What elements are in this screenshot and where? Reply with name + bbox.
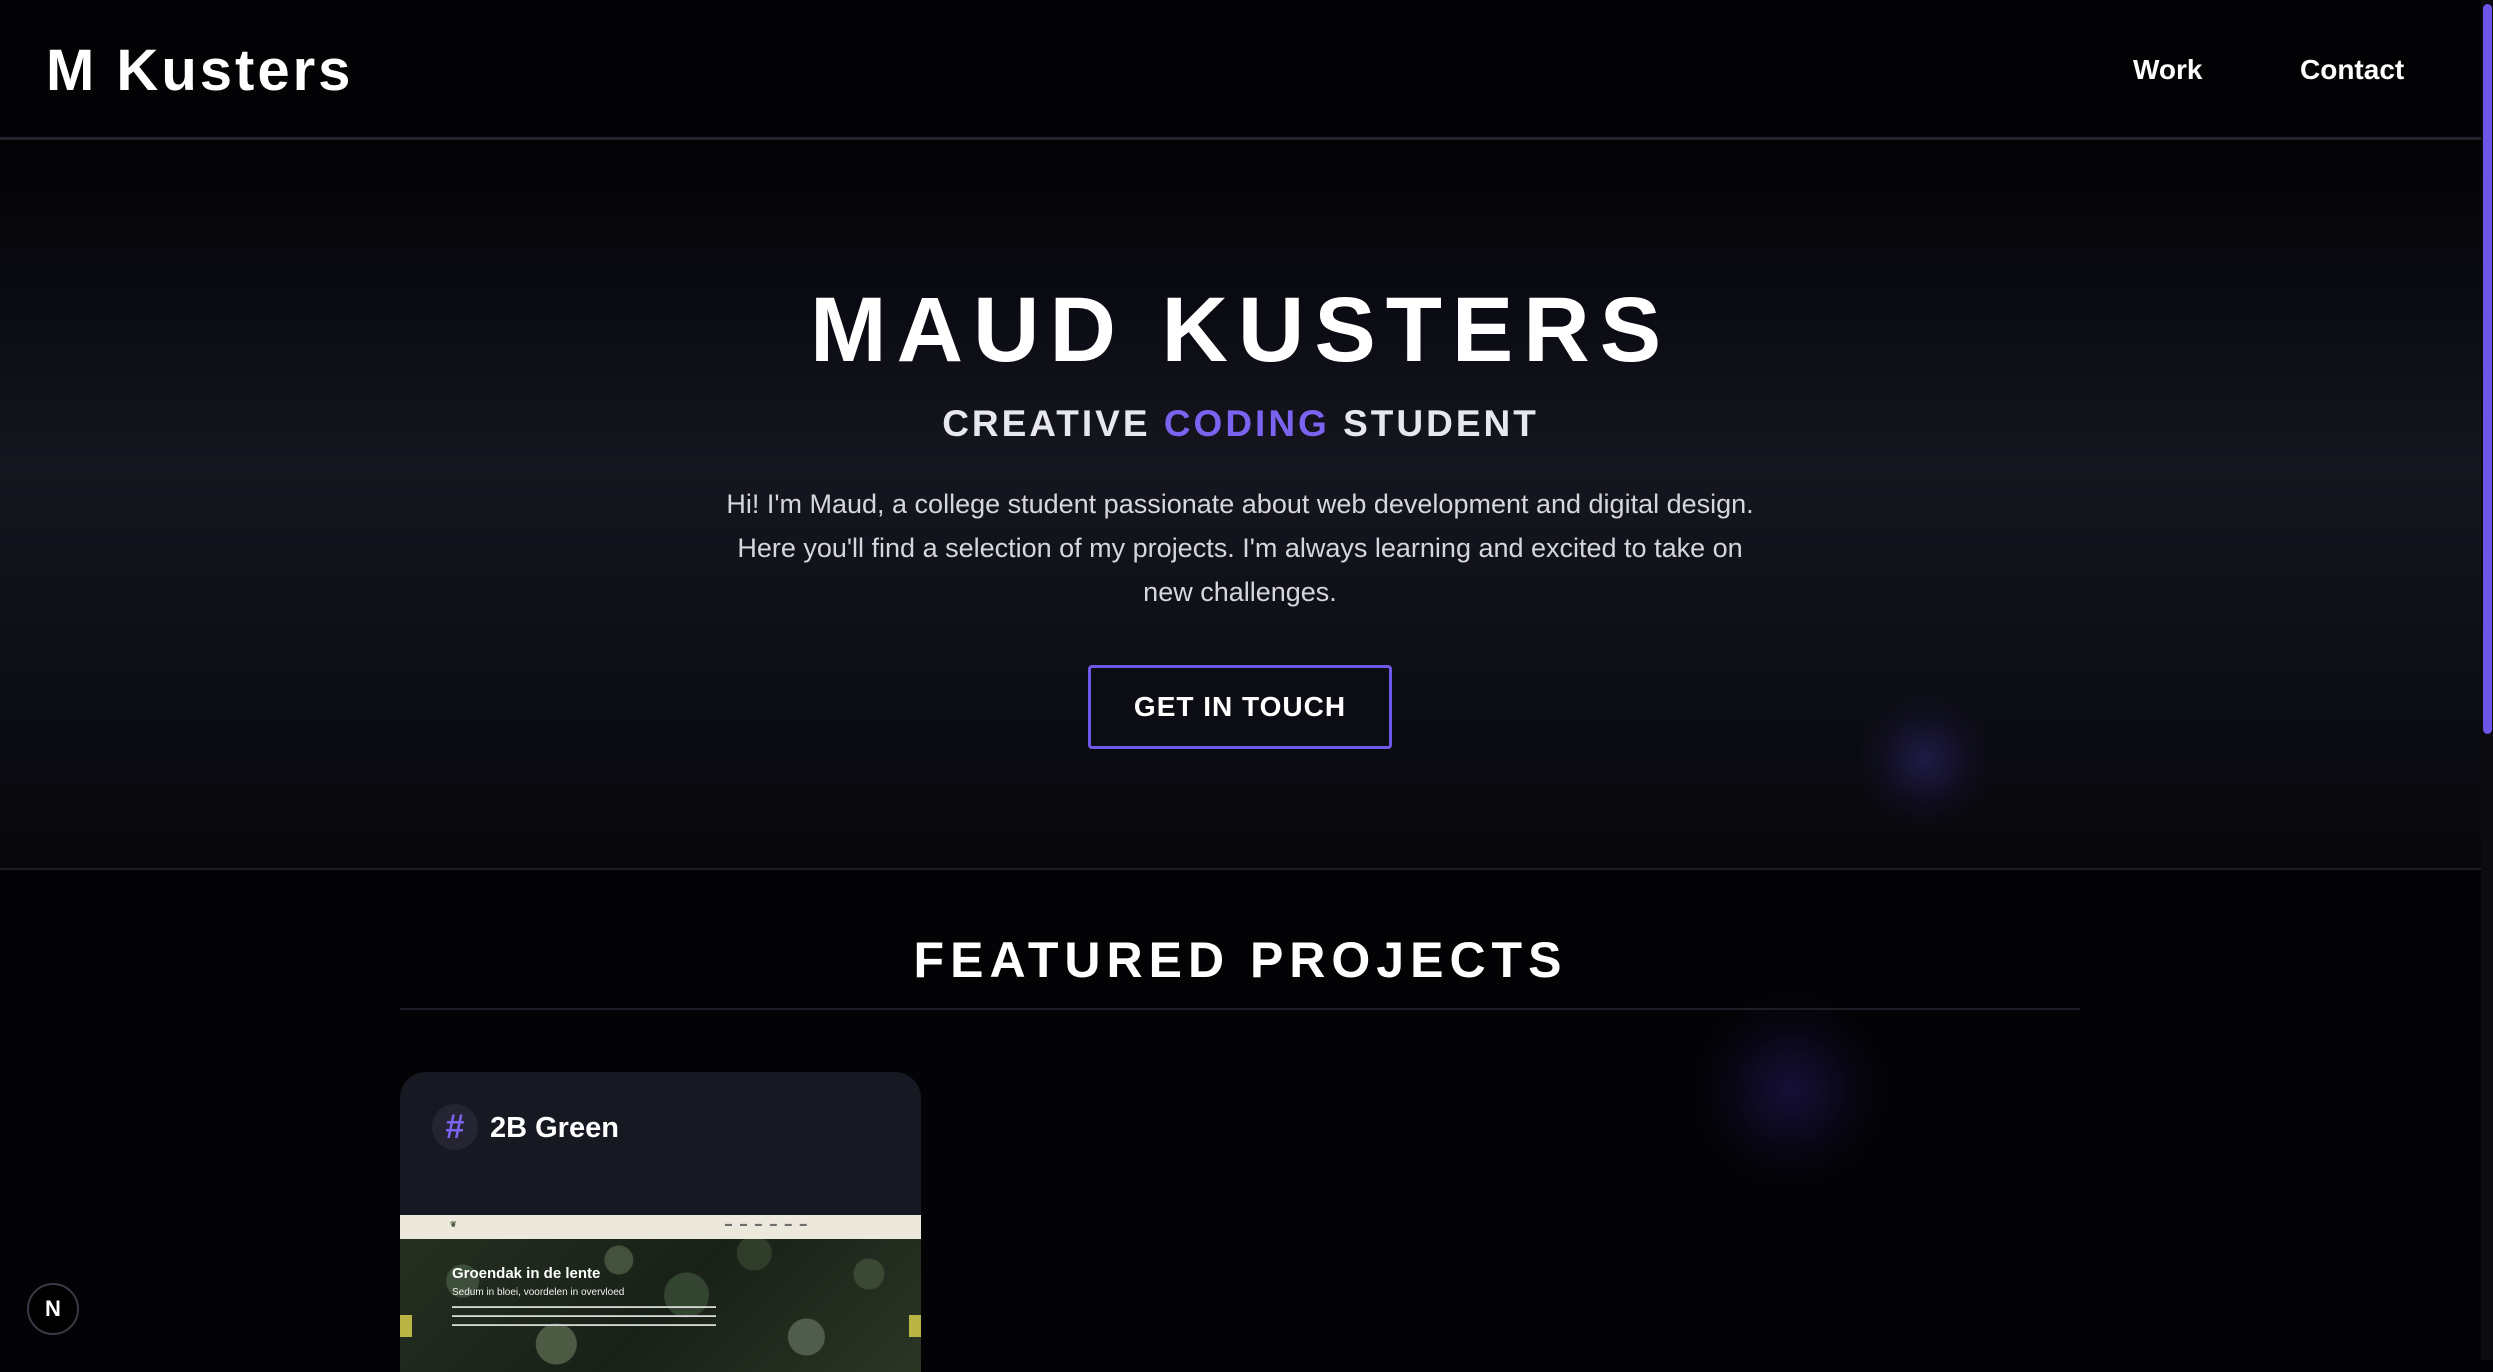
featured-projects-title: FEATURED PROJECTS [913,932,1568,988]
thumbnail-navbar: ❦ ▬ ▬ ▬ ▬ ▬ ▬ [400,1215,921,1239]
project-title[interactable]: 2B Green [490,1110,619,1146]
site-header: M Kusters Work Contact [0,0,2481,140]
thumbnail-body-placeholder: ▬▬▬▬▬▬▬▬▬▬▬▬▬▬▬▬▬▬▬▬▬▬▬▬▬▬▬▬▬▬▬▬▬▬▬▬▬▬▬▬… [452,1304,716,1328]
thumbnail-logo-icon: ❦ [450,1220,457,1229]
get-in-touch-button[interactable]: GET IN TOUCH [1088,665,1392,749]
project-thumbnail[interactable]: ❦ ▬ ▬ ▬ ▬ ▬ ▬ Groendak in de lente Sedum… [400,1215,921,1372]
project-card[interactable]: # 2B Green ❦ ▬ ▬ ▬ ▬ ▬ ▬ Groendak in de … [400,1072,921,1372]
subtitle-text: STUDENT [1329,403,1539,444]
decorative-glow [1855,690,1995,830]
nav-link-contact[interactable]: Contact [2300,50,2404,90]
hero-subtitle: CREATIVE CODING STUDENT [0,400,2481,448]
hash-icon: # [432,1104,478,1150]
hero-intro: Hi! I'm Maud, a college student passiona… [726,489,1754,607]
scrollbar-thumb[interactable] [2483,4,2492,734]
thumbnail-prev-arrow [400,1315,412,1337]
thumbnail-subheading: Sedum in bloei, voordelen in overvloed [452,1287,625,1298]
nav-link-work[interactable]: Work [2133,50,2203,90]
decorative-glow [1690,990,1890,1190]
nextjs-badge-icon[interactable]: N [27,1283,79,1335]
subtitle-accent: CODING [1163,403,1330,444]
site-logo[interactable]: M Kusters [46,36,353,106]
page-scrollbar[interactable] [2481,0,2493,1360]
thumbnail-nav-placeholder: ▬ ▬ ▬ ▬ ▬ ▬ [725,1221,807,1228]
thumbnail-next-arrow [909,1315,921,1337]
section-divider [400,1008,2080,1010]
thumbnail-heading: Groendak in de lente [452,1265,601,1282]
hero-title: MAUD KUSTERS [809,279,1672,381]
subtitle-text: CREATIVE [942,403,1164,444]
